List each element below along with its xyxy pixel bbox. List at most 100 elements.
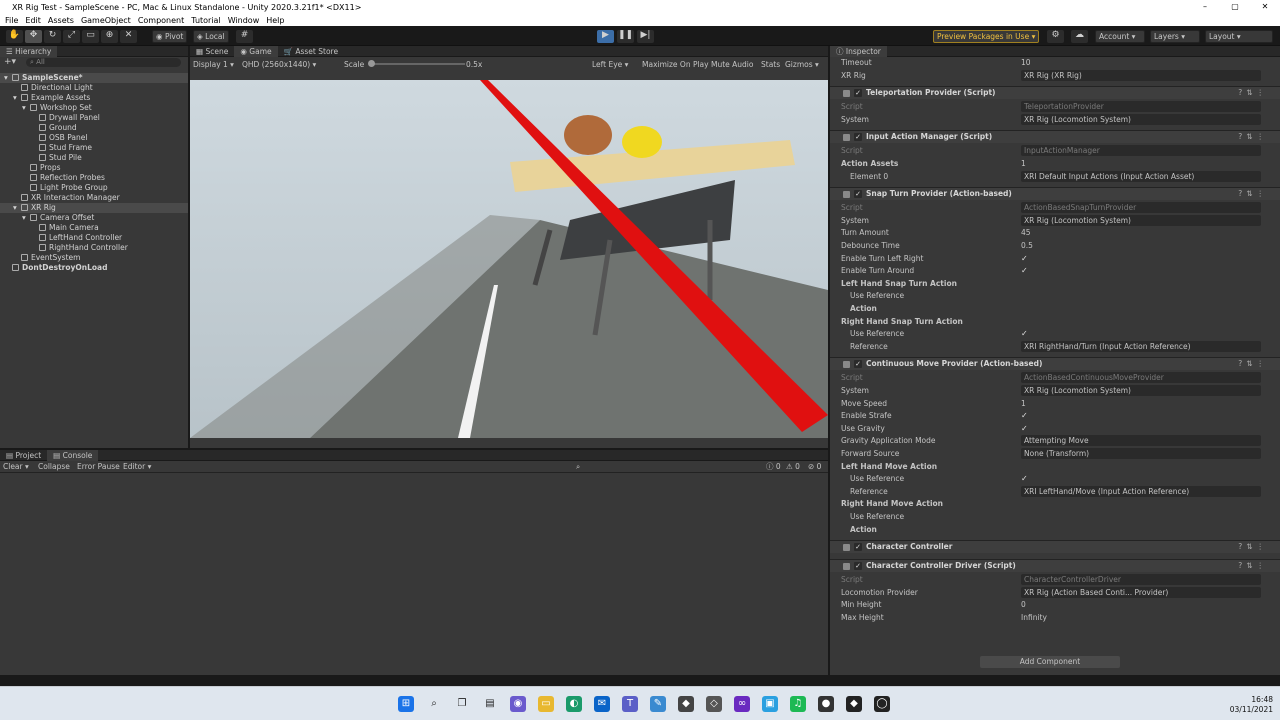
component-enabled-checkbox[interactable]: ✓ <box>854 89 862 98</box>
move-tool-icon[interactable]: ✥ <box>25 30 42 43</box>
expand-arrow-icon[interactable]: ▾ <box>22 103 30 113</box>
hierarchy-search-input[interactable]: ⌕ All <box>26 58 181 67</box>
preview-packages-button[interactable]: Preview Packages in Use ▾ <box>933 30 1040 43</box>
log-count-info[interactable]: ⓘ 0 <box>766 461 781 473</box>
minimize-button[interactable]: – <box>1190 0 1220 14</box>
close-button[interactable]: ✕ <box>1250 0 1280 14</box>
scale-slider-handle[interactable] <box>368 60 375 67</box>
clear-button[interactable]: Clear ▾ <box>3 461 29 473</box>
component-menu-icon[interactable]: ?⇅⋮ <box>1238 188 1268 200</box>
hierarchy-item[interactable]: EventSystem <box>0 253 188 263</box>
hierarchy-item[interactable]: XR Interaction Manager <box>0 193 188 203</box>
menu-help[interactable]: Help <box>266 16 284 25</box>
component-menu-icon[interactable]: ?⇅⋮ <box>1238 358 1268 370</box>
hierarchy-item[interactable]: ▾ Workshop Set <box>0 103 188 113</box>
local-toggle[interactable]: ◈ Local <box>193 30 229 43</box>
layout-dropdown[interactable]: Layout ▾ <box>1205 30 1273 43</box>
layers-dropdown[interactable]: Layers ▾ <box>1150 30 1200 43</box>
hierarchy-item[interactable]: Stud Pile <box>0 153 188 163</box>
hierarchy-item[interactable]: Stud Frame <box>0 143 188 153</box>
tab-console[interactable]: ▤ Console <box>47 449 99 461</box>
property-field[interactable]: XR Rig (XR Rig) <box>1021 69 1261 81</box>
stats-toggle[interactable]: Stats <box>761 60 780 69</box>
oculus-icon[interactable]: ◯ <box>874 696 890 712</box>
tab-asset-store[interactable]: 🛒 Asset Store <box>278 46 344 57</box>
component-header[interactable]: ✓ Continuous Move Provider (Action-based)… <box>830 357 1280 371</box>
property-field[interactable]: XRI Default Input Actions (Input Action … <box>1021 170 1261 182</box>
hierarchy-item[interactable]: DontDestroyOnLoad <box>0 263 188 273</box>
log-count-warning[interactable]: ⚠ 0 <box>786 461 800 473</box>
component-header[interactable]: ✓ Teleportation Provider (Script) ?⇅⋮ <box>830 86 1280 100</box>
property-field[interactable]: XR Rig (Locomotion System) <box>1021 113 1261 125</box>
hierarchy-item[interactable]: ▾ SampleScene* <box>0 73 188 83</box>
component-enabled-checkbox[interactable]: ✓ <box>854 562 862 571</box>
rotate-tool-icon[interactable]: ↻ <box>44 30 61 43</box>
settings-gear-icon[interactable]: ⚙ <box>1047 30 1064 43</box>
task-view-icon[interactable]: ❐ <box>454 696 470 712</box>
add-icon[interactable]: +▾ <box>4 57 16 67</box>
hierarchy-item[interactable]: LeftHand Controller <box>0 233 188 243</box>
menu-component[interactable]: Component <box>138 16 184 25</box>
component-enabled-checkbox[interactable]: ✓ <box>854 360 862 369</box>
expand-arrow-icon[interactable]: ▾ <box>13 93 21 103</box>
property-field[interactable]: XRI LeftHand/Move (Input Action Referenc… <box>1021 485 1261 497</box>
grid-snap-icon[interactable]: # <box>236 30 253 43</box>
menu-window[interactable]: Window <box>228 16 260 25</box>
component-menu-icon[interactable]: ?⇅⋮ <box>1238 560 1268 572</box>
hierarchy-item[interactable]: Reflection Probes <box>0 173 188 183</box>
property-checkbox[interactable] <box>1021 512 1030 521</box>
property-checkbox[interactable] <box>1021 291 1030 300</box>
property-value[interactable]: Infinity <box>1021 612 1047 624</box>
file-explorer-icon[interactable]: ▭ <box>538 696 554 712</box>
expand-arrow-icon[interactable]: ▾ <box>13 203 21 213</box>
property-value[interactable]: 45 <box>1021 227 1031 239</box>
unity-editor-icon[interactable]: ◆ <box>846 696 862 712</box>
expand-arrow-icon[interactable]: ▾ <box>22 213 30 223</box>
tab-scene[interactable]: ▦ Scene <box>190 46 234 57</box>
dev-tools-icon[interactable]: ✎ <box>650 696 666 712</box>
display-dropdown[interactable]: Display 1 ▾ <box>193 60 234 69</box>
outlook-icon[interactable]: ✉ <box>594 696 610 712</box>
component-header[interactable]: ✓ Snap Turn Provider (Action-based) ?⇅⋮ <box>830 187 1280 201</box>
property-checkbox[interactable]: ✓ <box>1021 329 1030 338</box>
component-header[interactable]: ✓ Input Action Manager (Script) ?⇅⋮ <box>830 130 1280 144</box>
resolution-dropdown[interactable]: QHD (2560x1440) ▾ <box>242 60 316 69</box>
property-checkbox[interactable]: ✓ <box>1021 424 1030 433</box>
custom-tool-icon[interactable]: ✕ <box>120 30 137 43</box>
property-value[interactable]: 0 <box>1021 599 1026 611</box>
step-button-icon[interactable]: ▶| <box>637 30 654 43</box>
property-field[interactable]: XR Rig (Locomotion System) <box>1021 385 1261 396</box>
hierarchy-item[interactable]: RightHand Controller <box>0 243 188 253</box>
add-component-button[interactable]: Add Component <box>980 656 1120 668</box>
component-enabled-checkbox[interactable]: ✓ <box>854 190 862 199</box>
play-button-icon[interactable]: ▶ <box>597 30 614 43</box>
component-menu-icon[interactable]: ?⇅⋮ <box>1238 541 1268 553</box>
widgets-icon[interactable]: ▤ <box>482 696 498 712</box>
spotify-icon[interactable]: ♫ <box>790 696 806 712</box>
component-menu-icon[interactable]: ?⇅⋮ <box>1238 131 1268 143</box>
property-checkbox[interactable]: ✓ <box>1021 266 1030 275</box>
collapse-toggle[interactable]: Collapse <box>38 461 70 473</box>
hand-tool-icon[interactable]: ✋ <box>6 30 23 43</box>
mute-audio-toggle[interactable]: Mute Audio <box>711 60 753 69</box>
expand-arrow-icon[interactable]: ▾ <box>4 73 12 83</box>
hierarchy-item[interactable]: ▾ Camera Offset <box>0 213 188 223</box>
property-value[interactable]: 1 <box>1021 398 1026 410</box>
scale-tool-icon[interactable]: ⤢ <box>63 30 80 43</box>
console-search-icon[interactable]: ⌕ <box>576 461 580 473</box>
inspector-tab[interactable]: ⓘ Inspector <box>830 46 887 57</box>
component-enabled-checkbox[interactable]: ✓ <box>854 133 862 142</box>
hierarchy-item[interactable]: ▾ XR Rig <box>0 203 188 213</box>
menu-assets[interactable]: Assets <box>48 16 74 25</box>
chat-icon[interactable]: ◉ <box>510 696 526 712</box>
property-checkbox[interactable]: ✓ <box>1021 411 1030 420</box>
property-field[interactable]: None (Transform) <box>1021 448 1261 459</box>
hierarchy-tab[interactable]: ☰ Hierarchy <box>0 45 58 57</box>
maximize-button[interactable]: ▢ <box>1220 0 1250 14</box>
hierarchy-item[interactable]: Main Camera <box>0 223 188 233</box>
property-field[interactable]: XRI RightHand/Turn (Input Action Referen… <box>1021 340 1261 352</box>
property-field[interactable]: XR Rig (Locomotion System) <box>1021 214 1261 226</box>
search-icon[interactable]: ⌕ <box>426 696 442 712</box>
log-count-error[interactable]: ⊘ 0 <box>808 461 821 473</box>
component-menu-icon[interactable]: ?⇅⋮ <box>1238 87 1268 99</box>
